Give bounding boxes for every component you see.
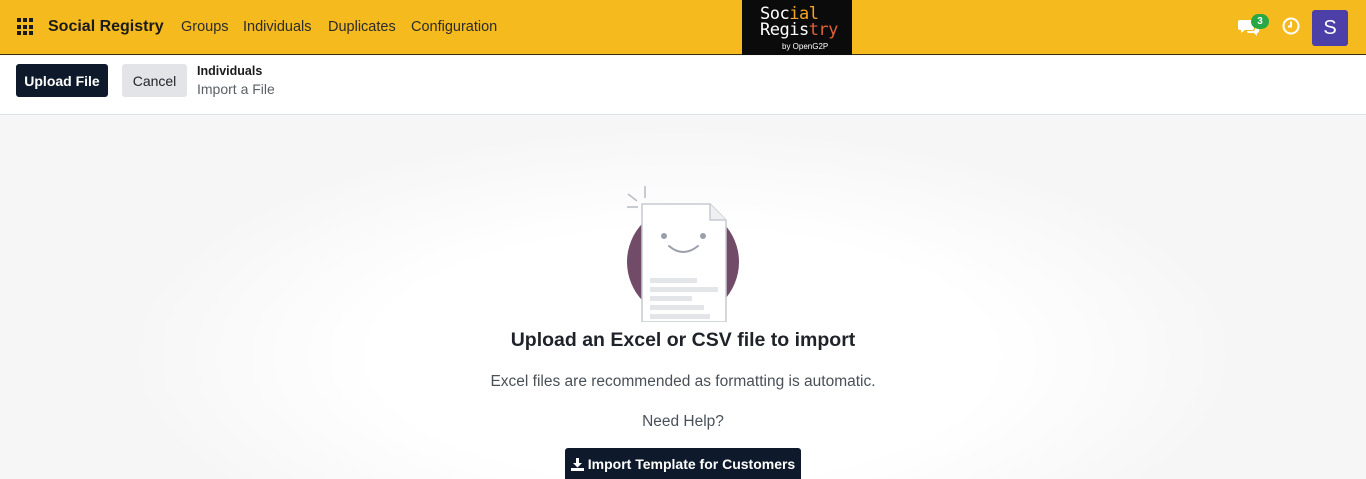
breadcrumb-current: Import a File (197, 81, 275, 97)
breadcrumb-individuals[interactable]: Individuals (197, 64, 262, 78)
import-subtitle: Excel files are recommended as formattin… (490, 373, 876, 390)
chat-count-badge: 3 (1251, 14, 1269, 29)
cancel-button[interactable]: Cancel (122, 64, 187, 97)
smiling-document-illustration (627, 186, 739, 322)
social-registry-logo: Social Registry by OpenG2P (742, 0, 852, 55)
apps-menu-icon[interactable] (17, 18, 35, 36)
menu-duplicates[interactable]: Duplicates (328, 19, 396, 35)
activity-clock-icon[interactable] (1282, 17, 1300, 35)
import-title: Upload an Excel or CSV file to import (510, 329, 856, 351)
import-template-button[interactable]: Import Template for Customers (565, 448, 801, 479)
control-panel: Upload File Cancel Individuals Import a … (0, 56, 1366, 115)
upload-file-button[interactable]: Upload File (16, 64, 108, 97)
import-template-label: Import Template for Customers (587, 455, 796, 472)
need-help-text: Need Help? (642, 413, 724, 430)
menu-groups[interactable]: Groups (181, 19, 229, 35)
menu-configuration[interactable]: Configuration (411, 19, 497, 35)
app-brand[interactable]: Social Registry (48, 18, 164, 36)
download-icon (570, 457, 584, 471)
menu-individuals[interactable]: Individuals (243, 19, 312, 35)
user-avatar[interactable]: S (1312, 10, 1348, 46)
top-navbar: Social Registry Groups Individuals Dupli… (0, 0, 1366, 55)
